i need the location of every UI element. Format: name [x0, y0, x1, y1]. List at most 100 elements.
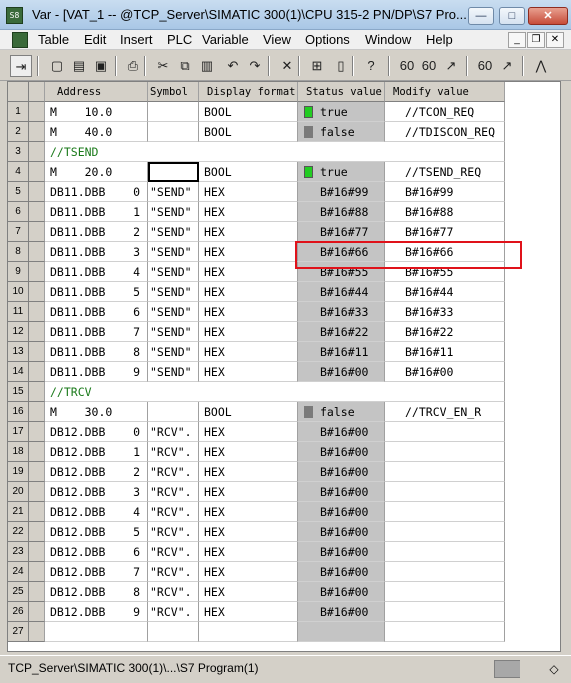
- modify-value-cell[interactable]: B#16#33: [385, 302, 505, 322]
- help-icon[interactable]: ?: [360, 55, 382, 77]
- row-number[interactable]: 20: [8, 482, 29, 502]
- modify-value-cell[interactable]: [385, 442, 505, 462]
- symbol-cell[interactable]: [148, 402, 199, 422]
- row-number[interactable]: 27: [8, 622, 29, 642]
- display-format-cell[interactable]: HEX: [199, 302, 298, 322]
- modify-value-cell[interactable]: [385, 422, 505, 442]
- table-row[interactable]: 14 DB11.DBB 9 "SEND" HEX B#16#00 B#16#00: [8, 362, 560, 382]
- display-format-cell[interactable]: HEX: [199, 282, 298, 302]
- address-cell[interactable]: DB11.DBB 9: [45, 362, 148, 382]
- modify-value-cell[interactable]: B#16#44: [385, 282, 505, 302]
- address-cell[interactable]: M 10.0: [45, 102, 148, 122]
- symbol-cell[interactable]: [148, 102, 199, 122]
- table-row[interactable]: 1 M 10.0 BOOL true //TCON_REQ: [8, 102, 560, 122]
- modify-value-cell[interactable]: B#16#99: [385, 182, 505, 202]
- symbol-cell[interactable]: "RCV".: [148, 522, 199, 542]
- address-cell[interactable]: DB12.DBB 1: [45, 442, 148, 462]
- address-cell[interactable]: [45, 622, 148, 642]
- display-format-cell[interactable]: HEX: [199, 202, 298, 222]
- table-row[interactable]: 3 //TSEND: [8, 142, 560, 162]
- header-status-value[interactable]: Status value: [298, 82, 385, 102]
- maximize-button[interactable]: □: [499, 7, 525, 25]
- table-row[interactable]: 15 //TRCV: [8, 382, 560, 402]
- modify-value-cell[interactable]: //TSEND_REQ: [385, 162, 505, 182]
- modify-value-cell[interactable]: [385, 622, 505, 642]
- table-row[interactable]: 27: [8, 622, 560, 642]
- table-row[interactable]: 5 DB11.DBB 0 "SEND" HEX B#16#99 B#16#99: [8, 182, 560, 202]
- display-format-cell[interactable]: HEX: [199, 482, 298, 502]
- modify-value-cell[interactable]: //TRCV_EN_R: [385, 402, 505, 422]
- modify-value-cell[interactable]: [385, 582, 505, 602]
- trigger-icon[interactable]: 60: [474, 55, 496, 77]
- row-number[interactable]: 12: [8, 322, 29, 342]
- title-bar[interactable]: S8 Var - [VAT_1 -- @TCP_Server\SIMATIC 3…: [0, 0, 571, 30]
- symbol-cell[interactable]: "SEND": [148, 262, 199, 282]
- symbol-cell[interactable]: "SEND": [148, 182, 199, 202]
- symbol-cell[interactable]: "SEND": [148, 242, 199, 262]
- table-row[interactable]: 10 DB11.DBB 5 "SEND" HEX B#16#44 B#16#44: [8, 282, 560, 302]
- symbol-cell[interactable]: "SEND": [148, 322, 199, 342]
- row-number[interactable]: 24: [8, 562, 29, 582]
- menu-options[interactable]: Options: [305, 32, 350, 47]
- display-format-cell[interactable]: HEX: [199, 422, 298, 442]
- address-cell[interactable]: DB12.DBB 3: [45, 482, 148, 502]
- mdi-restore-button[interactable]: ❐: [527, 32, 545, 48]
- row-number[interactable]: 14: [8, 362, 29, 382]
- undo-icon[interactable]: ↶: [222, 55, 244, 77]
- symbol-cell[interactable]: "RCV".: [148, 582, 199, 602]
- display-format-cell[interactable]: HEX: [199, 462, 298, 482]
- symbol-cell[interactable]: "RCV".: [148, 442, 199, 462]
- display-format-cell[interactable]: BOOL: [199, 102, 298, 122]
- row-number[interactable]: 5: [8, 182, 29, 202]
- menu-window[interactable]: Window: [365, 32, 411, 47]
- display-format-cell[interactable]: HEX: [199, 182, 298, 202]
- row-number[interactable]: 19: [8, 462, 29, 482]
- table-row[interactable]: 18 DB12.DBB 1 "RCV". HEX B#16#00: [8, 442, 560, 462]
- address-cell[interactable]: DB11.DBB 2: [45, 222, 148, 242]
- table-row[interactable]: 24 DB12.DBB 7 "RCV". HEX B#16#00: [8, 562, 560, 582]
- table-row[interactable]: 19 DB12.DBB 2 "RCV". HEX B#16#00: [8, 462, 560, 482]
- mdi-close-button[interactable]: ✕: [546, 32, 564, 48]
- symbol-cell[interactable]: "RCV".: [148, 482, 199, 502]
- close-button[interactable]: ✕: [528, 7, 568, 25]
- menu-help[interactable]: Help: [426, 32, 453, 47]
- row-number[interactable]: 26: [8, 602, 29, 622]
- header-modify-value[interactable]: Modify value: [385, 82, 505, 102]
- symbol-cell[interactable]: [148, 622, 199, 642]
- symbol-cell[interactable]: "SEND": [148, 302, 199, 322]
- modify-value-cell[interactable]: [385, 482, 505, 502]
- address-cell[interactable]: DB11.DBB 8: [45, 342, 148, 362]
- row-number[interactable]: 16: [8, 402, 29, 422]
- modify-value-cell[interactable]: [385, 602, 505, 622]
- modify-value-cell[interactable]: [385, 542, 505, 562]
- symbol-cell[interactable]: "SEND": [148, 342, 199, 362]
- table-row[interactable]: 11 DB11.DBB 6 "SEND" HEX B#16#33 B#16#33: [8, 302, 560, 322]
- display-format-cell[interactable]: BOOL: [199, 402, 298, 422]
- display-format-cell[interactable]: BOOL: [199, 122, 298, 142]
- table-row[interactable]: 20 DB12.DBB 3 "RCV". HEX B#16#00: [8, 482, 560, 502]
- menu-view[interactable]: View: [263, 32, 291, 47]
- monitor-icon[interactable]: ⊞: [306, 55, 328, 77]
- display-format-cell[interactable]: HEX: [199, 442, 298, 462]
- symbol-cell[interactable]: "SEND": [148, 362, 199, 382]
- minimize-button[interactable]: —: [468, 7, 494, 25]
- menu-plc[interactable]: PLC: [167, 32, 192, 47]
- header-symbol[interactable]: Symbol: [148, 82, 199, 102]
- display-format-cell[interactable]: HEX: [199, 262, 298, 282]
- symbol-cell[interactable]: "RCV".: [148, 502, 199, 522]
- symbol-cell[interactable]: [148, 162, 199, 182]
- address-cell[interactable]: M 30.0: [45, 402, 148, 422]
- table-row[interactable]: 6 DB11.DBB 1 "SEND" HEX B#16#88 B#16#88: [8, 202, 560, 222]
- redo-icon[interactable]: ↷: [244, 55, 266, 77]
- display-format-cell[interactable]: HEX: [199, 342, 298, 362]
- address-cell[interactable]: M 20.0: [45, 162, 148, 182]
- table-row[interactable]: 2 M 40.0 BOOL false //TDISCON_REQ: [8, 122, 560, 142]
- table-row[interactable]: 4 M 20.0 BOOL true //TSEND_REQ: [8, 162, 560, 182]
- table-row[interactable]: 26 DB12.DBB 9 "RCV". HEX B#16#00: [8, 602, 560, 622]
- table-row[interactable]: 22 DB12.DBB 5 "RCV". HEX B#16#00: [8, 522, 560, 542]
- display-format-cell[interactable]: HEX: [199, 602, 298, 622]
- modify-value-cell[interactable]: B#16#00: [385, 362, 505, 382]
- display-format-cell[interactable]: BOOL: [199, 162, 298, 182]
- table-row[interactable]: 9 DB11.DBB 4 "SEND" HEX B#16#55 B#16#55: [8, 262, 560, 282]
- display-format-cell[interactable]: HEX: [199, 582, 298, 602]
